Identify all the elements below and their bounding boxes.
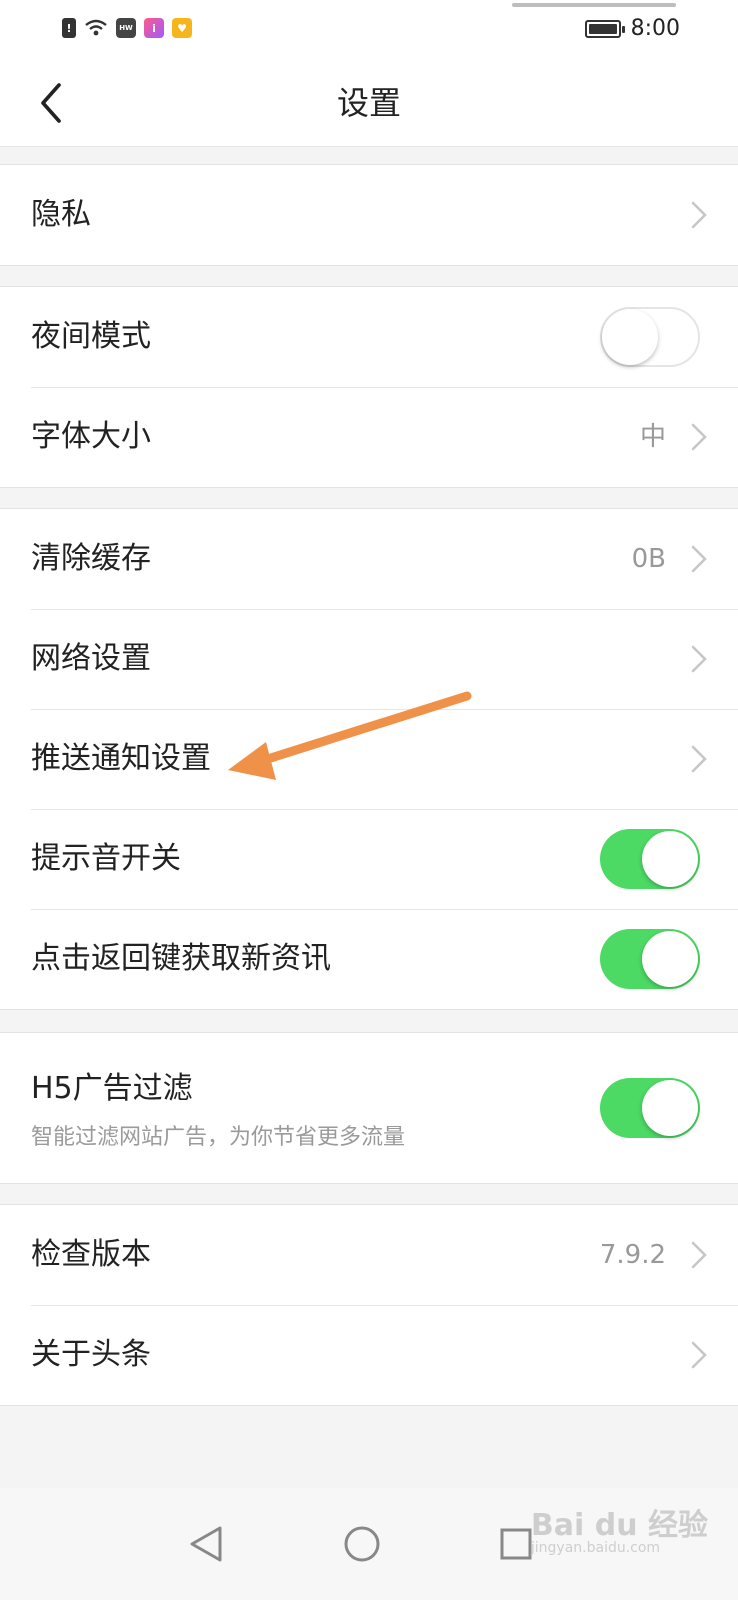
font-size-value: 中 <box>639 422 666 452</box>
check-version-label: 检查版本 <box>31 1237 151 1272</box>
chevron-right-icon <box>691 545 707 573</box>
font-size-row[interactable]: 字体大小 中 <box>0 387 738 487</box>
toggle-knob <box>642 831 698 887</box>
network-settings-label: 网络设置 <box>31 641 151 676</box>
settings-group-privacy: 隐私 <box>0 164 738 266</box>
h5-filter-row: H5广告过滤 智能过滤网站广告，为你节省更多流量 <box>0 1033 738 1183</box>
night-mode-toggle[interactable] <box>600 307 700 367</box>
sim-alert-icon: ! <box>62 18 76 38</box>
network-settings-row[interactable]: 网络设置 <box>0 609 738 709</box>
app-icon: i <box>144 18 164 38</box>
settings-group-about: 检查版本 7.9.2 关于头条 <box>0 1204 738 1406</box>
app-header: 设置 <box>0 60 738 147</box>
version-value: 7.9.2 <box>599 1240 666 1270</box>
about-label: 关于头条 <box>31 1337 151 1372</box>
toggle-knob <box>602 309 658 365</box>
shield-icon: ♥ <box>172 18 192 38</box>
clear-cache-row[interactable]: 清除缓存 0B <box>0 509 738 609</box>
push-settings-row[interactable]: 推送通知设置 <box>0 709 738 809</box>
chevron-right-icon <box>691 423 707 451</box>
chevron-right-icon <box>691 645 707 673</box>
status-time: 8:00 <box>630 16 680 41</box>
watermark-text: Bai du 经验 <box>530 1508 708 1543</box>
page-title: 设置 <box>336 84 401 122</box>
toggle-knob <box>642 1080 698 1136</box>
sound-row: 提示音开关 <box>0 809 738 909</box>
toggle-knob <box>642 931 698 987</box>
font-size-label: 字体大小 <box>31 419 151 454</box>
nav-home-icon <box>344 1526 380 1562</box>
nav-recent-icon <box>500 1528 532 1560</box>
check-version-row[interactable]: 检查版本 7.9.2 <box>0 1205 738 1305</box>
chevron-right-icon <box>691 745 707 773</box>
clear-cache-label: 清除缓存 <box>31 541 151 576</box>
drag-handle <box>512 3 676 7</box>
h5-filter-description: 智能过滤网站广告，为你节省更多流量 <box>31 1125 406 1150</box>
night-mode-row: 夜间模式 <box>0 287 738 387</box>
status-bar: ! HW i ♥ 8:00 <box>0 0 738 60</box>
chevron-right-icon <box>691 1341 707 1369</box>
settings-group-general: 清除缓存 0B 网络设置 推送通知设置 提示音开关 点击返回键获取新资讯 <box>0 508 738 1010</box>
back-refresh-row: 点击返回键获取新资讯 <box>0 909 738 1009</box>
back-refresh-toggle[interactable] <box>600 929 700 989</box>
status-icons: ! HW i ♥ <box>62 18 192 38</box>
night-mode-label: 夜间模式 <box>31 319 151 354</box>
wifi-icon <box>84 18 108 38</box>
nav-back-icon <box>190 1526 222 1562</box>
settings-group-ads: H5广告过滤 智能过滤网站广告，为你节省更多流量 <box>0 1032 738 1184</box>
push-settings-label: 推送通知设置 <box>31 741 211 776</box>
battery-icon <box>584 19 625 38</box>
chevron-right-icon <box>691 1241 707 1269</box>
baidu-watermark: Bai du 经验 jingyan.baidu.com <box>531 1500 708 1556</box>
about-row[interactable]: 关于头条 <box>0 1305 738 1405</box>
settings-group-display: 夜间模式 字体大小 中 <box>0 286 738 488</box>
nav-back-button[interactable] <box>174 1512 238 1576</box>
cache-size-value: 0B <box>631 544 666 574</box>
privacy-label: 隐私 <box>31 197 91 232</box>
back-refresh-label: 点击返回键获取新资讯 <box>31 941 331 976</box>
chevron-right-icon <box>691 201 707 229</box>
h5-filter-toggle[interactable] <box>600 1078 700 1138</box>
h5-filter-label: H5广告过滤 <box>31 1071 193 1106</box>
huawei-icon: HW <box>116 18 136 38</box>
sound-label: 提示音开关 <box>31 841 181 876</box>
privacy-row[interactable]: 隐私 <box>0 165 738 265</box>
nav-home-button[interactable] <box>330 1512 394 1576</box>
sound-toggle[interactable] <box>600 829 700 889</box>
